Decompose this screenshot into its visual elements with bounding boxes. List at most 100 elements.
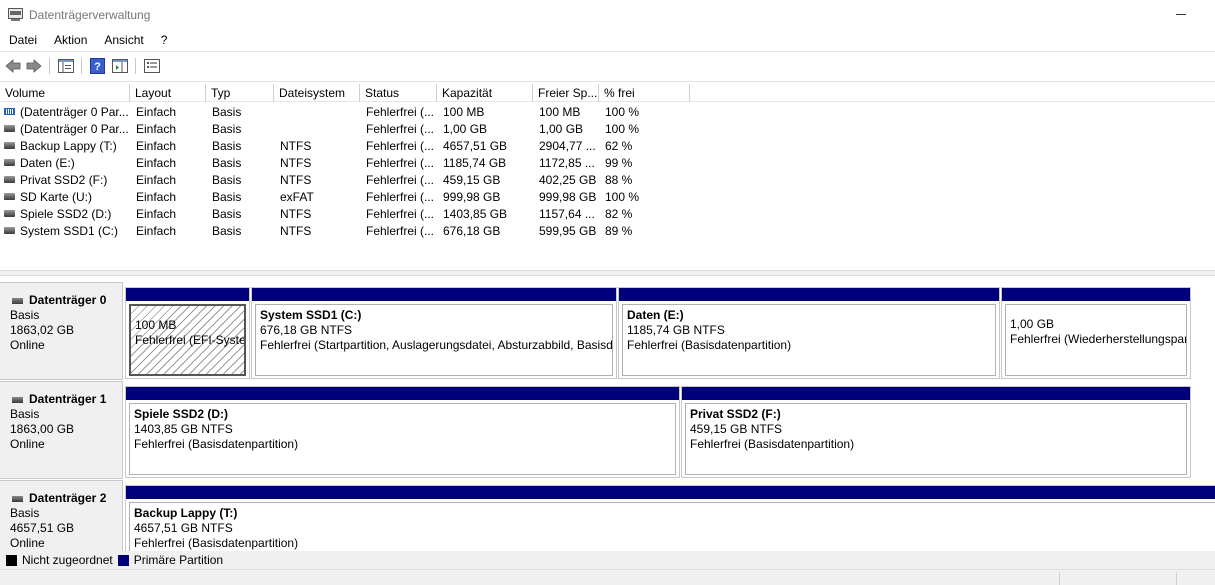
cell-text: Fehlerfrei (...: [366, 122, 435, 136]
menu-datei[interactable]: Datei: [0, 31, 45, 51]
partition-efi[interactable]: 100 MB Fehlerfrei (EFI-Systempartition): [125, 287, 250, 379]
partition-privat-ssd2[interactable]: Privat SSD2 (F:) 459,15 GB NTFS Fehlerfr…: [681, 386, 1191, 478]
help-button[interactable]: ?: [88, 57, 106, 75]
cell-text: 2904,77 ...: [539, 139, 596, 153]
cell-text: 1185,74 GB: [443, 156, 507, 170]
help-icon: ?: [89, 58, 105, 74]
partition-recovery[interactable]: 1,00 GB Fehlerfrei (Wiederherstellungspa…: [1001, 287, 1191, 379]
table-row[interactable]: Daten (E:) Einfach Basis NTFS Fehlerfrei (..…: [0, 154, 1215, 171]
cell-volume: Daten (E:): [0, 154, 130, 171]
cell-text: Fehlerfrei (...: [366, 207, 435, 221]
partition-spiele-ssd2[interactable]: Spiele SSD2 (D:) 1403,85 GB NTFS Fehlerf…: [125, 386, 680, 478]
disk-2-type: Basis: [10, 506, 40, 520]
table-row[interactable]: (Datenträger 0 Par... Einfach Basis Fehlerf…: [0, 103, 1215, 120]
column-header-volume[interactable]: Volume: [0, 84, 130, 102]
cell-layout: Einfach: [130, 120, 206, 137]
cell-typ: Basis: [206, 137, 274, 154]
cell-volume: Backup Lappy (T:): [0, 137, 130, 154]
back-icon: [5, 59, 21, 73]
disk-2-info[interactable]: Datenträger 2 Basis 4657,51 GB Online: [0, 480, 123, 555]
column-header-typ[interactable]: Typ: [206, 84, 274, 102]
partition-daten-body: Daten (E:) 1185,74 GB NTFS Fehlerfrei (B…: [622, 304, 996, 376]
disk-list-icon: [144, 59, 160, 73]
legend: Nicht zugeordnet Primäre Partition: [0, 551, 1215, 569]
cell-dateisystem: NTFS: [274, 137, 360, 154]
minimize-button[interactable]: [1176, 14, 1186, 15]
disk-1-info[interactable]: Datenträger 1 Basis 1863,00 GB Online: [0, 381, 123, 479]
partition-size: 459,15 GB NTFS: [690, 422, 783, 436]
toolbar: ?: [0, 53, 1215, 80]
cell-text: 599,95 GB: [539, 224, 597, 238]
cell-text: Fehlerfrei (...: [366, 173, 435, 187]
disk-management-icon: [8, 8, 23, 21]
cell-typ: Basis: [206, 103, 274, 120]
cell-text: Einfach: [136, 139, 177, 153]
partition-recovery-body: 1,00 GB Fehlerfrei (Wiederherstellungspa…: [1005, 304, 1187, 376]
partition-bar: [126, 486, 1215, 499]
cell-prozent: 99 %: [599, 154, 690, 171]
cell-status: Fehlerfrei (...: [360, 205, 437, 222]
cell-text: NTFS: [280, 173, 312, 187]
cell-typ: Basis: [206, 222, 274, 239]
properties-button[interactable]: [111, 57, 129, 75]
disk-list-button[interactable]: [143, 57, 161, 75]
cell-typ: Basis: [206, 120, 274, 137]
details-pane-button[interactable]: [57, 57, 75, 75]
column-header-kapazitaet[interactable]: Kapazität: [437, 84, 533, 102]
drive-icon: [4, 159, 15, 167]
cell-frei: 2904,77 ...: [533, 137, 599, 154]
table-row[interactable]: Privat SSD2 (F:) Einfach Basis NTFS Fehlerfr…: [0, 171, 1215, 188]
partition-status: Fehlerfrei (Basisdatenpartition): [690, 437, 855, 451]
cell-status: Fehlerfrei (...: [360, 137, 437, 154]
partition-daten[interactable]: Daten (E:) 1185,74 GB NTFS Fehlerfrei (B…: [618, 287, 1000, 379]
table-row[interactable]: SD Karte (U:) Einfach Basis exFAT Fehlerfrei…: [0, 188, 1215, 205]
disk-1-size: 1863,00 GB: [10, 422, 75, 436]
disk-1-state: Online: [10, 437, 45, 451]
cell-text: 88 %: [605, 173, 633, 187]
back-button[interactable]: [4, 57, 22, 75]
cell-text: Privat SSD2 (F:): [20, 173, 108, 187]
cell-kapazitaet: 1185,74 GB: [437, 154, 533, 171]
partition-status: Fehlerfrei (Wiederherstellungspartition): [1010, 332, 1186, 346]
drive-icon: [4, 125, 15, 133]
cell-text: 1,00 GB: [539, 122, 584, 136]
menu-ansicht[interactable]: Ansicht: [95, 31, 151, 51]
column-header-dateisystem[interactable]: Dateisystem: [274, 84, 360, 102]
partition-spacer: [1010, 308, 1186, 317]
column-header-layout[interactable]: Layout: [130, 84, 206, 102]
pane-splitter[interactable]: [0, 270, 1215, 276]
column-header-prozent-frei[interactable]: % frei: [599, 84, 690, 102]
disk-0-info[interactable]: Datenträger 0 Basis 1863,02 GB Online: [0, 282, 123, 380]
cell-text: Einfach: [136, 105, 177, 119]
partition-size: 676,18 GB NTFS: [260, 323, 353, 337]
disk-0-type: Basis: [10, 308, 40, 322]
cell-kapazitaet: 4657,51 GB: [437, 137, 533, 154]
cell-frei: 402,25 GB: [533, 171, 599, 188]
cell-frei: 100 MB: [533, 103, 599, 120]
partition-backup-lappy[interactable]: Backup Lappy (T:) 4657,51 GB NTFS Fehler…: [125, 485, 1215, 555]
cell-prozent: 82 %: [599, 205, 690, 222]
cell-text: Einfach: [136, 173, 177, 187]
cell-typ: Basis: [206, 188, 274, 205]
cell-text: SD Karte (U:): [20, 190, 93, 204]
cell-status: Fehlerfrei (...: [360, 154, 437, 171]
legend-label: Primäre Partition: [133, 553, 224, 567]
partition-system-ssd1[interactable]: System SSD1 (C:) 676,18 GB NTFS Fehlerfr…: [251, 287, 617, 379]
partition-name: Privat SSD2 (F:): [690, 407, 781, 421]
table-row[interactable]: Spiele SSD2 (D:) Einfach Basis NTFS Fehlerfr…: [0, 205, 1215, 222]
disk-1: Datenträger 1 Basis 1863,00 GB Online Sp…: [0, 381, 1215, 479]
toolbar-separator: [135, 58, 136, 74]
forward-button[interactable]: [25, 57, 43, 75]
partition-bar: [126, 387, 679, 400]
menu-help[interactable]: ?: [152, 31, 176, 51]
column-header-status[interactable]: Status: [360, 84, 437, 102]
partition-bar: [682, 387, 1190, 400]
table-row[interactable]: (Datenträger 0 Par... Einfach Basis Fehlerf…: [0, 120, 1215, 137]
table-row[interactable]: System SSD1 (C:) Einfach Basis NTFS Fehlerfr…: [0, 222, 1215, 239]
partition-size: 1403,85 GB NTFS: [134, 422, 233, 436]
column-header-freier-speicher[interactable]: Freier Sp...: [533, 84, 599, 102]
cell-text: 1157,64 ...: [539, 207, 595, 221]
menu-aktion[interactable]: Aktion: [45, 31, 95, 51]
drive-icon: [4, 142, 15, 150]
table-row[interactable]: Backup Lappy (T:) Einfach Basis NTFS Fehlerf…: [0, 137, 1215, 154]
